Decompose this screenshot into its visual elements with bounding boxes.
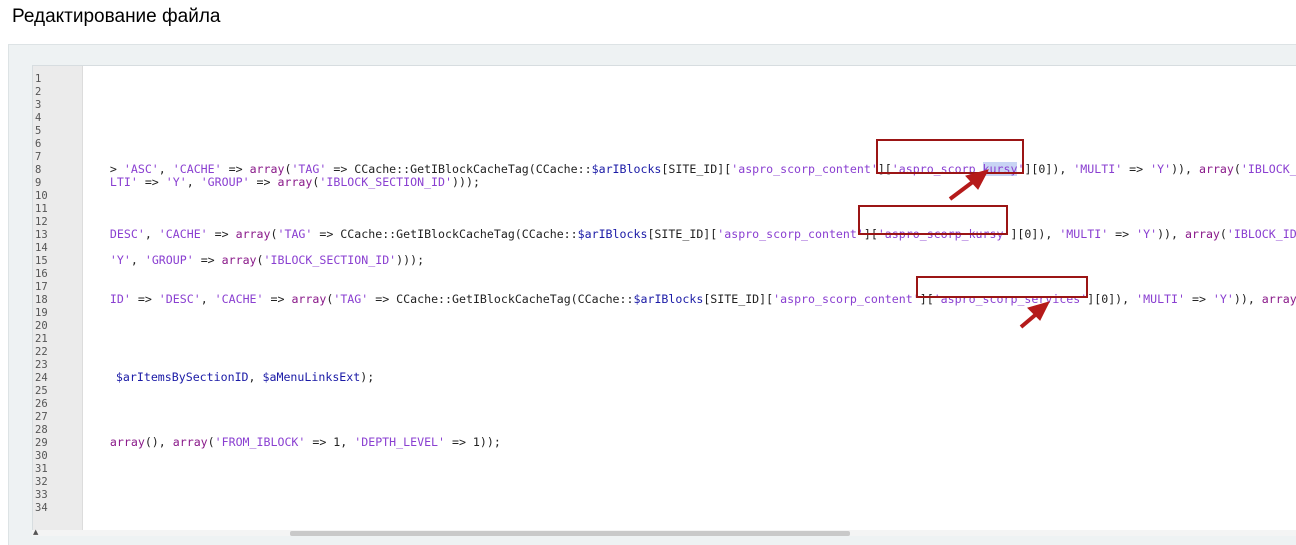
scroll-left-icon[interactable]: ▲ xyxy=(33,529,38,536)
arrow-icon xyxy=(1019,301,1050,329)
scrollbar-thumb[interactable] xyxy=(290,531,850,536)
